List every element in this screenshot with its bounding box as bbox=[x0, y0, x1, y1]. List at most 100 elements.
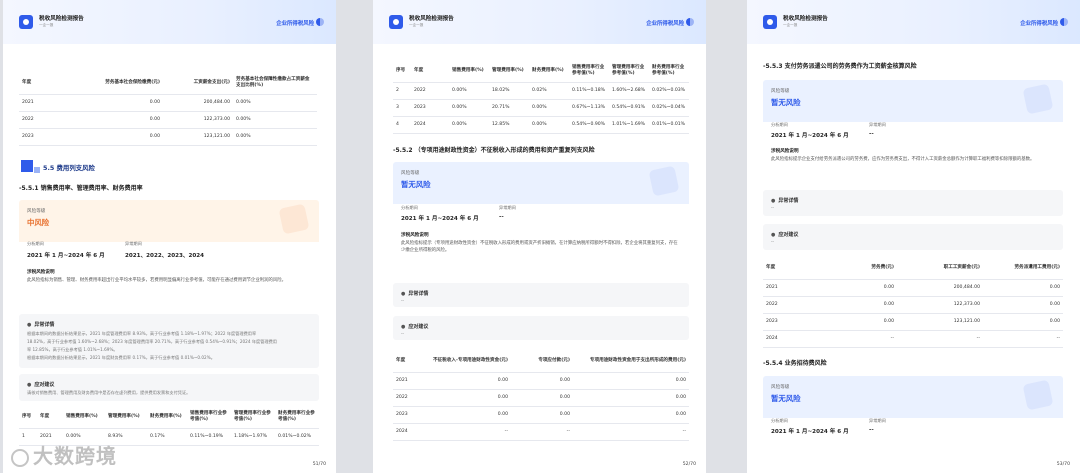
table-cell: -- bbox=[573, 423, 689, 441]
table-cell: 2022 bbox=[393, 389, 423, 407]
risk-card: 风险等级 暂无风险 分析期间 2021 年 1 月~2024 年 6 月 异常期… bbox=[763, 376, 1063, 448]
table-header: 年度 bbox=[411, 60, 449, 83]
report-subtitle: 一企一报 bbox=[783, 23, 798, 27]
risk-level-label: 风险等级 bbox=[771, 385, 790, 390]
report-page-53: 税收风险检测报告 一企一报 企业所得税风险 -5.5.3 支付劳务派遣公司的劳务… bbox=[747, 0, 1080, 473]
table-cell: 0.00 bbox=[423, 389, 511, 407]
table-cell: 2021 bbox=[763, 279, 821, 297]
table-cell: 2023 bbox=[411, 99, 449, 117]
table-header: 年度 bbox=[393, 350, 423, 373]
table-cell: 2021 bbox=[393, 372, 423, 390]
table-cell: 2024 bbox=[393, 423, 423, 441]
table-cell: 2024 bbox=[763, 330, 821, 348]
report-page-52: 税收风险检测报告 一企一报 企业所得税风险 序号 年度 销售费用率(%) 管理费… bbox=[373, 0, 706, 473]
table-header: 财务费用率(%) bbox=[529, 60, 569, 83]
table-cell: 0.02%~0.03% bbox=[649, 82, 689, 100]
period-label: 分析期间 bbox=[27, 241, 44, 246]
subsection-title: -5.5.4 业务招待费风险 bbox=[763, 360, 827, 367]
period-label: 分析期间 bbox=[771, 122, 788, 127]
table-cell: 200,484.00 bbox=[163, 94, 233, 112]
table-row: 2023 0.00 0.00 0.00 bbox=[393, 406, 689, 424]
abnormal-period-label: 异常期间 bbox=[499, 205, 516, 210]
table-cell: 1.18%~1.97% bbox=[231, 428, 275, 446]
table-cell: -- bbox=[897, 330, 983, 348]
table-row: 2 2022 0.00% 18.02% 0.02% 0.11%~0.18% 1.60%~2.… bbox=[393, 82, 689, 100]
table-cell: 0.00 bbox=[511, 372, 573, 390]
expense-rate-table: 序号 年度 销售费用率(%) 管理费用率(%) 财务费用率(%) 销售费用率行业… bbox=[393, 60, 689, 134]
section-label: 企业所得税风险 bbox=[646, 21, 684, 27]
table-header: 年度 bbox=[19, 72, 91, 95]
abnormal-period-value: -- bbox=[869, 427, 874, 433]
table-header: 劳务基本社会保险缴费(元) bbox=[91, 72, 163, 95]
table-header: 劳务基本社会保障性缴款占工资薪金支出比例(%) bbox=[233, 72, 317, 95]
table-cell: -- bbox=[423, 423, 511, 441]
risk-badge-icon bbox=[648, 165, 680, 197]
abnormal-detail-text: -- bbox=[401, 298, 405, 303]
period-value: 2021 年 1 月~2024 年 6 月 bbox=[27, 253, 105, 259]
table-cell: 0.54%~0.90% bbox=[569, 116, 609, 134]
table-row: 2022 0.00 122,373.00 0.00 bbox=[763, 296, 1063, 314]
table-cell: 2 bbox=[393, 82, 411, 100]
report-subtitle: 一企一报 bbox=[409, 23, 424, 27]
advice-title: 应对建议 bbox=[771, 231, 798, 238]
report-subtitle: 一企一报 bbox=[39, 23, 54, 27]
risk-card: 风险等级 中风险 分析期间 2021 年 1 月~2024 年 6 月 异常期间… bbox=[19, 200, 319, 308]
period-value: 2021 年 1 月~2024 年 6 月 bbox=[771, 429, 849, 435]
table-row: 2021 0.00 200,484.00 0.00 bbox=[763, 279, 1063, 297]
advice-box: 应对建议 -- bbox=[393, 316, 689, 340]
abnormal-period-label: 异常期间 bbox=[869, 122, 886, 127]
labor-dispatch-table: 年度 劳务费(元) 职工工资薪金(元) 劳务派遣用工费用(元) 2021 0.00… bbox=[763, 257, 1063, 348]
risk-level-value: 暂无风险 bbox=[401, 180, 431, 189]
table-cell: 0.00% bbox=[529, 99, 569, 117]
period-label: 分析期间 bbox=[401, 205, 418, 210]
table-header: 序号 bbox=[393, 60, 411, 83]
fiscal-fund-table: 年度 不征税收入-专项用途财政性资金(元) 专项应付款(元) 专项用途财政性资金… bbox=[393, 350, 689, 441]
table-header: 销售费用率(%) bbox=[449, 60, 489, 83]
table-header-row: 序号 年度 销售费用率(%) 管理费用率(%) 财务费用率(%) 销售费用率行业… bbox=[19, 406, 319, 429]
risk-desc-text: 此风险指标提示企业支付给劳务派遣公司的劳务费，应作为劳务费支出，不得计入工资薪金… bbox=[771, 157, 1035, 162]
table-row: 2021 0.00 200,484.00 0.00% bbox=[19, 94, 317, 112]
table-cell: 0.11%~0.19% bbox=[187, 428, 231, 446]
table-cell: 0.00% bbox=[233, 111, 317, 129]
table-header: 管理费用率行业参考值(%) bbox=[609, 60, 649, 83]
table-cell: 0.00% bbox=[233, 94, 317, 112]
subsection-title: -5.5.1 销售费用率、管理费用率、财务费用率 bbox=[19, 185, 143, 192]
report-title: 税收风险检测报告 bbox=[39, 16, 84, 22]
table-row: 2023 0.00 123,121.00 0.00% bbox=[19, 128, 317, 146]
abnormal-period-label: 异常期间 bbox=[125, 241, 142, 246]
report-logo-icon bbox=[19, 15, 33, 29]
table-cell: 0.00% bbox=[233, 128, 317, 146]
period-value: 2021 年 1 月~2024 年 6 月 bbox=[771, 133, 849, 139]
table-header-row: 年度 劳务基本社会保险缴费(元) 工资薪金支出(元) 劳务基本社会保障性缴款占工… bbox=[19, 72, 317, 95]
abnormal-period-value: -- bbox=[499, 214, 504, 220]
section-label: 企业所得税风险 bbox=[1020, 21, 1058, 27]
table-cell: 123,121.00 bbox=[897, 313, 983, 331]
table-cell: 0.00 bbox=[821, 279, 897, 297]
abnormal-detail-line: 18.02%，高于行业参考值 1.60%~2.68%；2023 年度管理费用率 … bbox=[27, 339, 277, 344]
abnormal-period-value: 2021、2022、2023、2024 bbox=[125, 253, 205, 259]
section-dot-icon bbox=[686, 18, 694, 26]
report-logo-icon bbox=[763, 15, 777, 29]
risk-level-value: 中风险 bbox=[27, 218, 50, 227]
table-row: 4 2024 0.00% 12.85% 0.00% 0.54%~0.90% 1.01%~1.… bbox=[393, 116, 689, 134]
table-row: 3 2023 0.00% 20.71% 0.00% 0.67%~1.13% 0.54%~0.… bbox=[393, 99, 689, 117]
risk-level-value: 暂无风险 bbox=[771, 394, 801, 403]
table-row: 2021 0.00 0.00 0.00 bbox=[393, 372, 689, 390]
table-header: 序号 bbox=[19, 406, 37, 429]
table-cell: 0.00% bbox=[449, 99, 489, 117]
table-header: 财务费用率行业参考值(%) bbox=[275, 406, 319, 429]
table-header: 劳务费(元) bbox=[821, 257, 897, 280]
table-cell: 1.60%~2.68% bbox=[609, 82, 649, 100]
abnormal-detail-title: 异常详情 bbox=[27, 321, 54, 328]
table-cell: 2022 bbox=[763, 296, 821, 314]
risk-desc-title: 涉税风险说明 bbox=[27, 270, 55, 275]
table-cell: 2023 bbox=[763, 313, 821, 331]
abnormal-detail-box: 异常详情 根据本期间的数据分析结果显示，2021 年度管理费用率 8.93%，高… bbox=[19, 314, 319, 368]
risk-card: 风险等级 暂无风险 分析期间 2021 年 1 月~2024 年 6 月 异常期… bbox=[763, 80, 1063, 180]
table-cell: 0.00 bbox=[423, 406, 511, 424]
abnormal-period-value: -- bbox=[869, 131, 874, 137]
table-header: 年度 bbox=[37, 406, 63, 429]
table-cell: 122,373.00 bbox=[163, 111, 233, 129]
section-dot-icon bbox=[316, 18, 324, 26]
table-cell: 2023 bbox=[19, 128, 91, 146]
